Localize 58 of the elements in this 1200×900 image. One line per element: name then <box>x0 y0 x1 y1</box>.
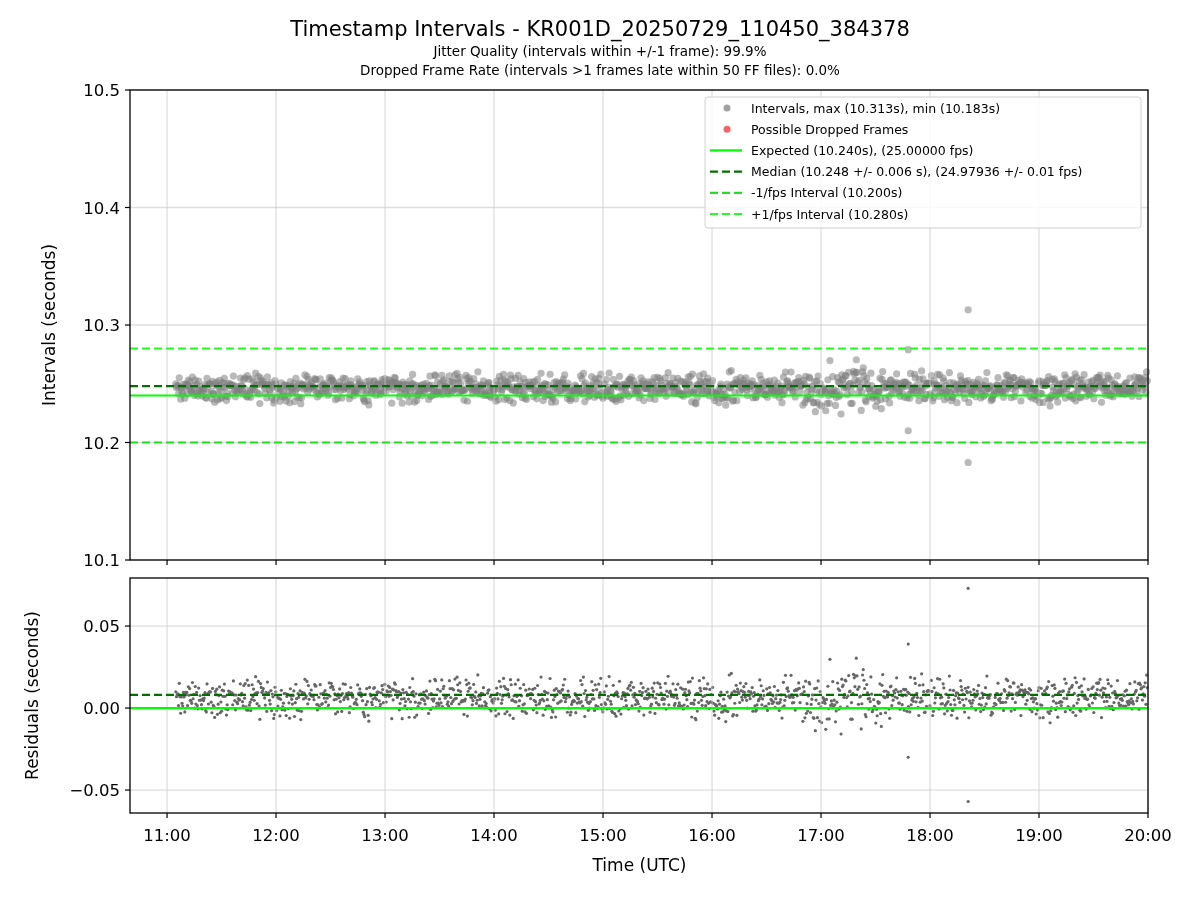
legend-label: Possible Dropped Frames <box>751 121 909 137</box>
tick-mark <box>124 206 131 209</box>
tick-mark <box>820 559 822 566</box>
tick-mark <box>124 625 131 627</box>
tick-label: −0.05 <box>69 781 120 801</box>
tick-mark <box>711 559 713 566</box>
tick-mark <box>493 812 495 819</box>
tick-mark <box>929 812 931 819</box>
chart-subtitle: Jitter Quality (intervals within +/-1 frame): 99.9% <box>433 42 767 61</box>
tick-label: 15:00 <box>579 826 627 845</box>
tick-label: 19:00 <box>1015 826 1063 845</box>
axis-label: Residuals (seconds) <box>22 611 42 780</box>
tick-mark <box>1038 559 1040 566</box>
legend-label: Median (10.248 +/- 0.006 s), (24.97936 +/- 0.01 fps) <box>751 164 1083 180</box>
tick-label: 20:00 <box>1124 826 1172 845</box>
tick-label: 11:00 <box>143 826 191 845</box>
tick-mark <box>1147 812 1149 819</box>
tick-label: 0.00 <box>83 699 120 719</box>
tick-label: 17:00 <box>797 826 845 845</box>
tick-mark <box>384 812 386 819</box>
tick-mark <box>124 559 131 561</box>
tick-mark <box>602 559 604 566</box>
tick-label: 10.5 <box>83 81 120 100</box>
tick-mark <box>602 812 604 819</box>
legend-label: Intervals, max (10.313s), min (10.183s) <box>751 100 1001 116</box>
tick-label: 18:00 <box>906 826 954 845</box>
tick-mark <box>124 89 131 91</box>
tick-label: 10.3 <box>83 316 120 335</box>
tick-mark <box>124 441 131 444</box>
tick-label: 10.1 <box>83 551 120 568</box>
tick-label: 13:00 <box>361 826 409 845</box>
axis-label: Intervals (seconds) <box>39 243 59 407</box>
tick-label: 16:00 <box>688 826 736 845</box>
tick-mark <box>1147 559 1149 566</box>
tick-label: 10.2 <box>83 433 120 453</box>
chart-subtitle: Dropped Frame Rate (intervals >1 frames late within 50 FF files): 0.0% <box>360 61 840 80</box>
chart-title: Timestamp Intervals - KR001D_20250729_110450_384378 <box>290 16 910 42</box>
legend-label: Expected (10.240s), (25.00000 fps) <box>751 142 974 158</box>
tick-mark <box>275 559 277 566</box>
tick-mark <box>1038 812 1040 819</box>
tick-mark <box>493 559 495 566</box>
tick-label: 12:00 <box>252 826 300 845</box>
tick-label: 0.05 <box>83 617 120 637</box>
tick-mark <box>124 789 131 791</box>
tick-mark <box>384 559 386 566</box>
tick-mark <box>124 707 131 709</box>
legend-label: -1/fps Interval (10.200s) <box>751 185 903 201</box>
tick-label: 10.4 <box>83 198 120 218</box>
tick-mark <box>166 812 168 819</box>
tick-mark <box>711 812 713 819</box>
tick-mark <box>275 812 277 819</box>
tick-mark <box>166 559 168 566</box>
axis-label: Time (UTC) <box>592 855 687 875</box>
tick-mark <box>124 324 131 326</box>
tick-mark <box>820 812 822 819</box>
tick-mark <box>929 559 931 566</box>
tick-label: 14:00 <box>470 826 518 845</box>
legend-label: +1/fps Interval (10.280s) <box>751 206 909 222</box>
